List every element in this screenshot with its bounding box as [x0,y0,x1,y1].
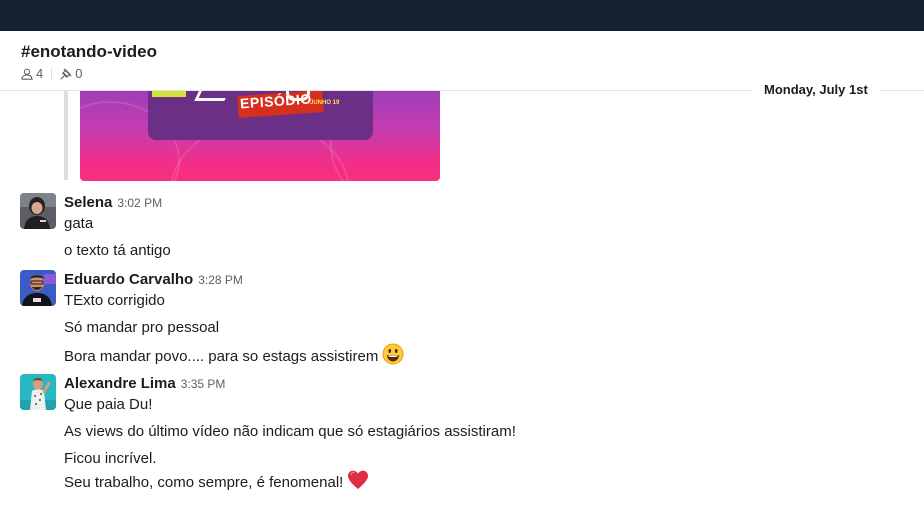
message-text: TExto corrigido [64,292,165,309]
message-timestamp[interactable]: 3:02 PM [117,196,162,210]
smiley-emoji-icon[interactable] [382,343,404,369]
attachment-quote-bar [64,91,68,180]
sender-name[interactable]: Alexandre Lima [64,375,176,392]
message-text: As views do último vídeo não indicam que… [64,423,516,440]
message-timestamp[interactable]: 3:35 PM [181,377,226,391]
message-text: Que paia Du! [64,396,153,413]
message-text: Bora mandar povo.... para so estags assi… [64,347,379,365]
sender-name[interactable]: Eduardo Carvalho [64,271,193,288]
message-timestamp[interactable]: 3:28 PM [198,273,243,287]
thumbnail-logo-shape [152,91,186,97]
message-text: o texto tá antigo [64,242,171,259]
message-header: Alexandre Lima 3:35 PM [64,375,225,392]
avatar[interactable] [20,270,56,306]
channel-name[interactable]: #enotando-video [21,42,157,62]
message-header: Selena 3:02 PM [64,194,162,211]
date-divider[interactable]: Monday, July 1st [752,79,880,101]
red-heart-emoji-icon[interactable] [347,469,369,495]
message-text: Só mandar pro pessoal [64,319,220,336]
message-line-with-emoji: Seu trabalho, como sempre, é fenomenal! [64,469,369,495]
pinned-count[interactable]: 0 [75,66,82,81]
pin-icon[interactable] [60,68,72,80]
meta-separator [51,68,53,79]
message-text: gata [64,215,94,232]
members-count[interactable]: 4 [36,66,43,81]
avatar[interactable] [20,193,56,229]
message-text: Seu trabalho, como sempre, é fenomenal! [64,473,344,491]
attachment-image[interactable]: EPISÓDIO JUNHO 19 [80,91,440,181]
message-text: Ficou incrível. [64,450,157,467]
sender-name[interactable]: Selena [64,194,112,211]
channel-meta: 4 0 [21,66,82,81]
message-header: Eduardo Carvalho 3:28 PM [64,271,243,288]
ring-shape [286,91,310,101]
top-bar [0,0,924,31]
avatar[interactable] [20,374,56,410]
message-line-with-emoji: Bora mandar povo.... para so estags assi… [64,343,404,369]
episode-date: JUNHO 19 [310,100,340,106]
members-icon[interactable] [21,68,33,80]
